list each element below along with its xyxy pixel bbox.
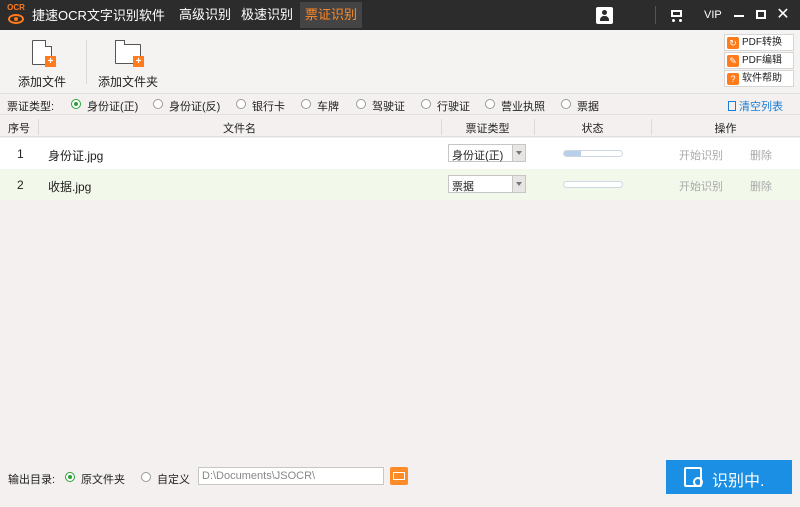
start-recognition-button[interactable]: 开始识别: [679, 178, 723, 194]
scan-icon: [684, 467, 703, 487]
delete-button[interactable]: 删除: [750, 178, 772, 194]
file-list: 1 身份证.jpg 身份证(正) 开始识别 删除 2 收据.jpg 票据 开始识…: [0, 138, 800, 458]
table-header: 序号 文件名 票证类型 状态 操作: [0, 117, 800, 137]
folder-icon: [393, 472, 405, 480]
table-row[interactable]: 1 身份证.jpg 身份证(正) 开始识别 删除: [0, 138, 800, 169]
recognize-button[interactable]: 识别中.: [666, 460, 792, 494]
vip-button[interactable]: VIP: [704, 9, 722, 21]
app-title: 捷速OCR文字识别软件: [32, 8, 165, 23]
cart-icon[interactable]: [668, 7, 684, 23]
toolbar-divider: [86, 40, 87, 84]
minimize-icon[interactable]: [731, 7, 747, 23]
progress-bar: [563, 181, 623, 188]
pdf-convert-icon: ↻: [727, 37, 739, 49]
row-filename: 收据.jpg: [48, 180, 92, 194]
user-account-icon[interactable]: [596, 7, 613, 24]
filter-label: 票证类型:: [7, 101, 55, 113]
progress-bar: [563, 150, 623, 157]
start-recognition-button[interactable]: 开始识别: [679, 147, 723, 163]
row-filename: 身份证.jpg: [48, 149, 104, 163]
header-status: 状态: [581, 123, 604, 135]
type-select[interactable]: 身份证(正): [448, 144, 526, 162]
close-icon[interactable]: ✕: [775, 7, 791, 23]
header-type: 票证类型: [465, 123, 510, 135]
add-file-label: 添加文件: [17, 75, 66, 89]
help-button[interactable]: ? 软件帮助: [724, 70, 794, 87]
header-index: 序号: [8, 123, 30, 135]
add-folder-label: 添加文件夹: [97, 75, 158, 89]
row-index: 2: [17, 178, 24, 192]
delete-button[interactable]: 删除: [750, 147, 772, 163]
chevron-down-icon: [512, 145, 525, 161]
certificate-type-filter: 票证类型: 身份证(正) 身份证(反) 银行卡 车牌 驾驶证 行驶证 营业执照 …: [0, 95, 800, 115]
plus-icon: +: [45, 56, 56, 67]
plus-icon: +: [133, 56, 144, 67]
pdf-edit-button[interactable]: ✎ PDF编辑: [724, 52, 794, 69]
help-icon: ?: [727, 73, 739, 85]
output-directory-label: 输出目录:: [8, 474, 56, 486]
pdf-edit-icon: ✎: [727, 55, 739, 67]
tab-fast-recognition[interactable]: 极速识别: [236, 2, 298, 28]
pdf-convert-button[interactable]: ↻ PDF转换: [724, 34, 794, 51]
title-bar: OCR 捷速OCR文字识别软件 高级识别 极速识别 票证识别 VIP ✕: [0, 0, 800, 30]
header-filename: 文件名: [223, 123, 256, 135]
tab-advanced-recognition[interactable]: 高级识别: [174, 2, 236, 28]
chevron-down-icon: [512, 176, 525, 192]
recognize-button-label: 识别中.: [712, 473, 765, 490]
browse-folder-button[interactable]: [390, 467, 408, 485]
add-folder-button[interactable]: + 添加文件夹: [96, 36, 160, 89]
add-file-button[interactable]: + 添加文件: [14, 36, 70, 89]
toolbar: + 添加文件 + 添加文件夹 ↻ PDF转换 ✎ PDF编辑 ? 软件帮助: [0, 30, 800, 94]
logo-text: OCR: [7, 3, 25, 12]
trash-icon: [728, 101, 736, 111]
output-path-input[interactable]: [198, 467, 384, 485]
maximize-icon[interactable]: [753, 7, 769, 23]
row-index: 1: [17, 147, 24, 161]
header-actions: 操作: [714, 123, 737, 135]
type-select[interactable]: 票据: [448, 175, 526, 193]
titlebar-divider: [655, 6, 656, 24]
app-logo-icon: OCR: [5, 3, 27, 26]
tab-certificate-recognition[interactable]: 票证识别: [300, 2, 362, 28]
clear-list-button[interactable]: 清空列表: [728, 98, 783, 114]
table-row[interactable]: 2 收据.jpg 票据 开始识别 删除: [0, 169, 800, 200]
output-bar: 输出目录: 原文件夹 自定义 识别中.: [0, 458, 800, 507]
